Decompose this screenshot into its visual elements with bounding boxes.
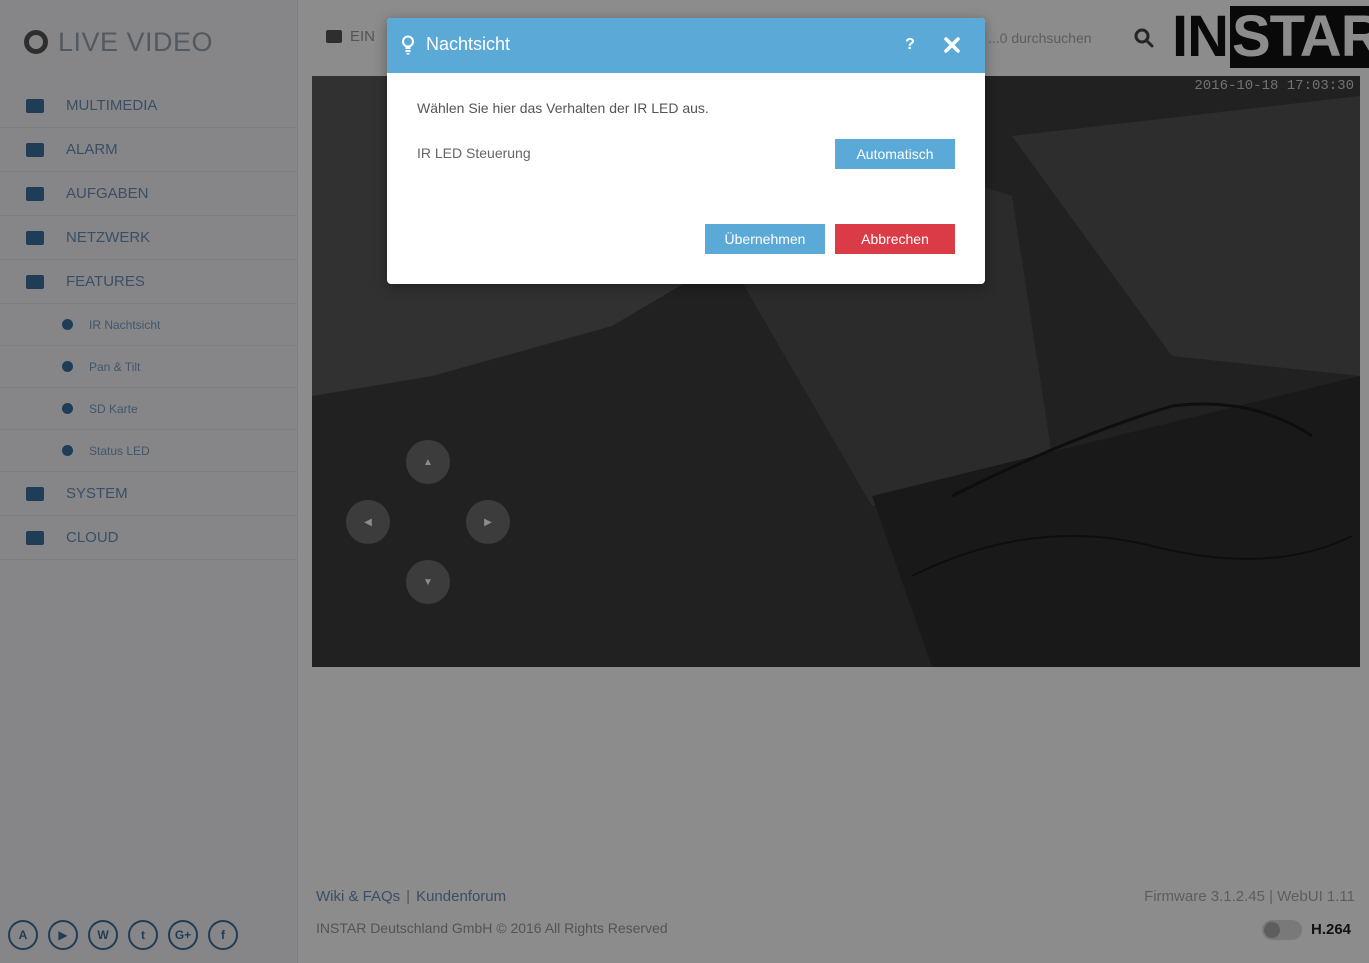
help-button[interactable]: ? [900,34,920,56]
lightbulb-icon [402,35,414,55]
dialog-header: Nachtsicht ? [387,18,985,73]
cancel-button[interactable]: Abbrechen [835,224,955,254]
ir-mode-select-button[interactable]: Automatisch [835,139,955,169]
apply-button[interactable]: Übernehmen [705,224,825,254]
dialog-description: Wählen Sie hier das Verhalten der IR LED… [417,100,709,116]
nachtsicht-dialog: Nachtsicht ? Wählen Sie hier das Verhalt… [387,18,985,284]
close-icon[interactable] [942,35,962,55]
dialog-title: Nachtsicht [426,34,511,54]
ir-led-control-label: IR LED Steuerung [417,145,531,161]
